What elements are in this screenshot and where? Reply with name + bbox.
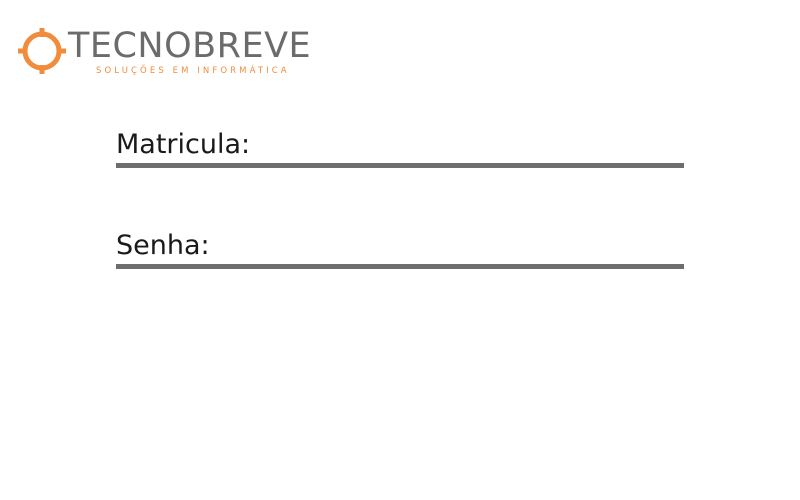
- matricula-label: Matricula:: [116, 129, 251, 160]
- brand-name: TECNOBREVE: [68, 26, 312, 66]
- senha-field: Senha:: [116, 229, 684, 269]
- senha-label: Senha:: [116, 230, 210, 261]
- crosshair-icon: [18, 28, 66, 74]
- brand-tagline: SOLUÇÕES EM INFORMÁTICA: [96, 66, 290, 76]
- senha-input[interactable]: [116, 263, 684, 269]
- login-page: TECNOBREVE SOLUÇÕES EM INFORMÁTICA Matri…: [0, 0, 800, 500]
- tecnobreve-logo: TECNOBREVE SOLUÇÕES EM INFORMÁTICA: [16, 22, 346, 82]
- matricula-field: Matricula:: [116, 128, 684, 168]
- matricula-input[interactable]: [116, 162, 684, 168]
